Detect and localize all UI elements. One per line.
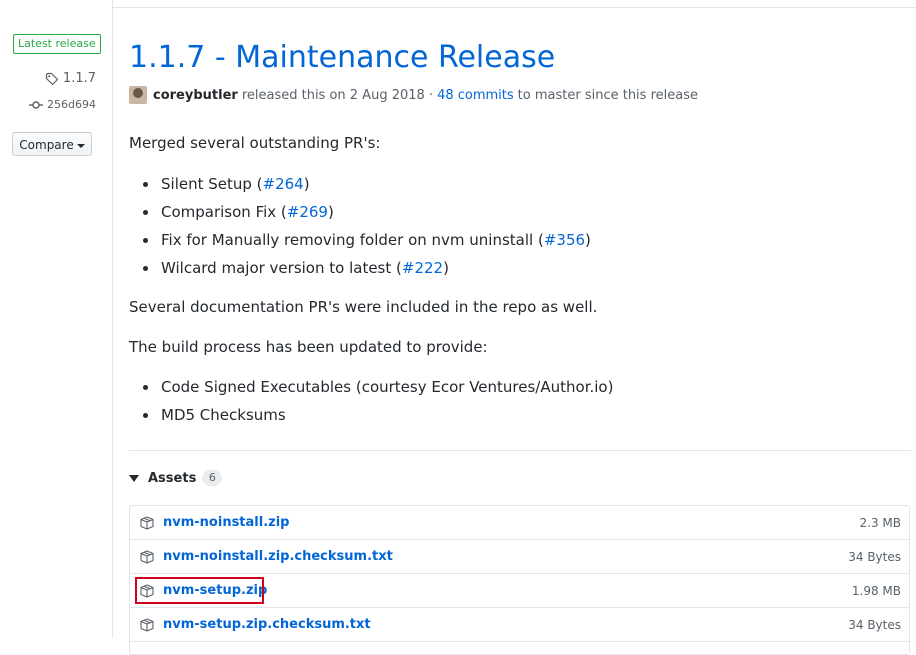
package-icon (139, 549, 155, 565)
list-item: Wilcard major version to latest (#222) (129, 254, 591, 282)
asset-size: 1.98 MB (851, 583, 901, 598)
pr-tail: ) (443, 259, 449, 277)
highlight-box (135, 577, 264, 604)
compare-label: Compare (19, 138, 74, 152)
tag-link[interactable]: 1.1.7 (45, 71, 96, 86)
pr-list: Silent Setup (#264) Comparison Fix (#269… (129, 170, 591, 282)
asset-row: nvm-noinstall.zip.checksum.txt 34 Bytes (130, 540, 909, 574)
caret-down-icon (76, 143, 85, 148)
build-list: Code Signed Executables (courtesy Ecor V… (129, 373, 613, 429)
build-intro: The build process has been updated to pr… (129, 338, 488, 356)
assets-divider (129, 450, 911, 451)
docs-note: Several documentation PR's were included… (129, 298, 598, 316)
assets-label: Assets (148, 470, 197, 486)
asset-size: 34 Bytes (848, 617, 901, 632)
commit-link[interactable]: 256d694 (29, 98, 96, 111)
tag-label: 1.1.7 (62, 71, 96, 86)
assets-toggle[interactable]: Assets 6 (129, 470, 223, 486)
assets-list: nvm-noinstall.zip 2.3 MB nvm-noinstall.z… (129, 505, 910, 655)
package-icon (139, 617, 155, 633)
list-item: Comparison Fix (#269) (129, 198, 591, 226)
pr-link[interactable]: #222 (402, 259, 443, 277)
pr-link[interactable]: #264 (263, 175, 304, 193)
latest-release-badge: Latest release (13, 34, 101, 54)
triangle-down-icon (129, 474, 139, 482)
list-item: Code Signed Executables (courtesy Ecor V… (129, 373, 613, 401)
asset-row: nvm-setup.zip 1.98 MB (130, 574, 909, 608)
pr-link[interactable]: #356 (544, 231, 585, 249)
asset-size: 2.3 MB (859, 515, 901, 530)
pr-tail: ) (585, 231, 591, 249)
release-meta: coreybutler released this on 2 Aug 2018 … (129, 86, 698, 104)
commit-sha: 256d694 (47, 98, 96, 111)
compare-button[interactable]: Compare (12, 132, 92, 156)
avatar[interactable] (129, 86, 147, 104)
list-item: Silent Setup (#264) (129, 170, 591, 198)
pr-tail: ) (303, 175, 310, 193)
release-title[interactable]: 1.1.7 - Maintenance Release (129, 38, 555, 78)
tag-icon (45, 72, 59, 85)
asset-row: nvm-noinstall.zip 2.3 MB (130, 506, 909, 540)
since-text: to master since this release (517, 87, 698, 103)
list-item: Fix for Manually removing folder on nvm … (129, 226, 591, 254)
author-link[interactable]: coreybutler (153, 88, 238, 103)
commit-icon (29, 100, 44, 109)
asset-row: nvm-setup.zip.checksum.txt 34 Bytes (130, 608, 909, 642)
pr-text: Wilcard major version to latest ( (161, 259, 402, 277)
asset-link[interactable]: nvm-noinstall.zip (163, 515, 289, 530)
assets-count-badge: 6 (202, 470, 223, 486)
pr-text: Fix for Manually removing folder on nvm … (161, 231, 544, 249)
release-title-text[interactable]: 1.1.7 - Maintenance Release (129, 40, 555, 75)
asset-link[interactable]: nvm-setup.zip.checksum.txt (163, 617, 371, 632)
asset-link[interactable]: nvm-noinstall.zip.checksum.txt (163, 549, 393, 564)
list-item: MD5 Checksums (129, 401, 613, 429)
top-divider (112, 7, 916, 8)
pr-text: Silent Setup ( (161, 175, 263, 193)
commits-link[interactable]: 48 commits (437, 88, 514, 103)
package-icon (139, 515, 155, 531)
released-text: released this on 2 Aug 2018 · (241, 87, 434, 103)
pr-text: Comparison Fix ( (161, 203, 287, 221)
intro-text: Merged several outstanding PR's: (129, 134, 381, 152)
asset-size: 34 Bytes (848, 549, 901, 564)
release-sidebar: Latest release 1.1.7 256d694 Compare (0, 0, 113, 638)
pr-tail: ) (327, 203, 334, 221)
pr-link[interactable]: #269 (287, 203, 328, 221)
